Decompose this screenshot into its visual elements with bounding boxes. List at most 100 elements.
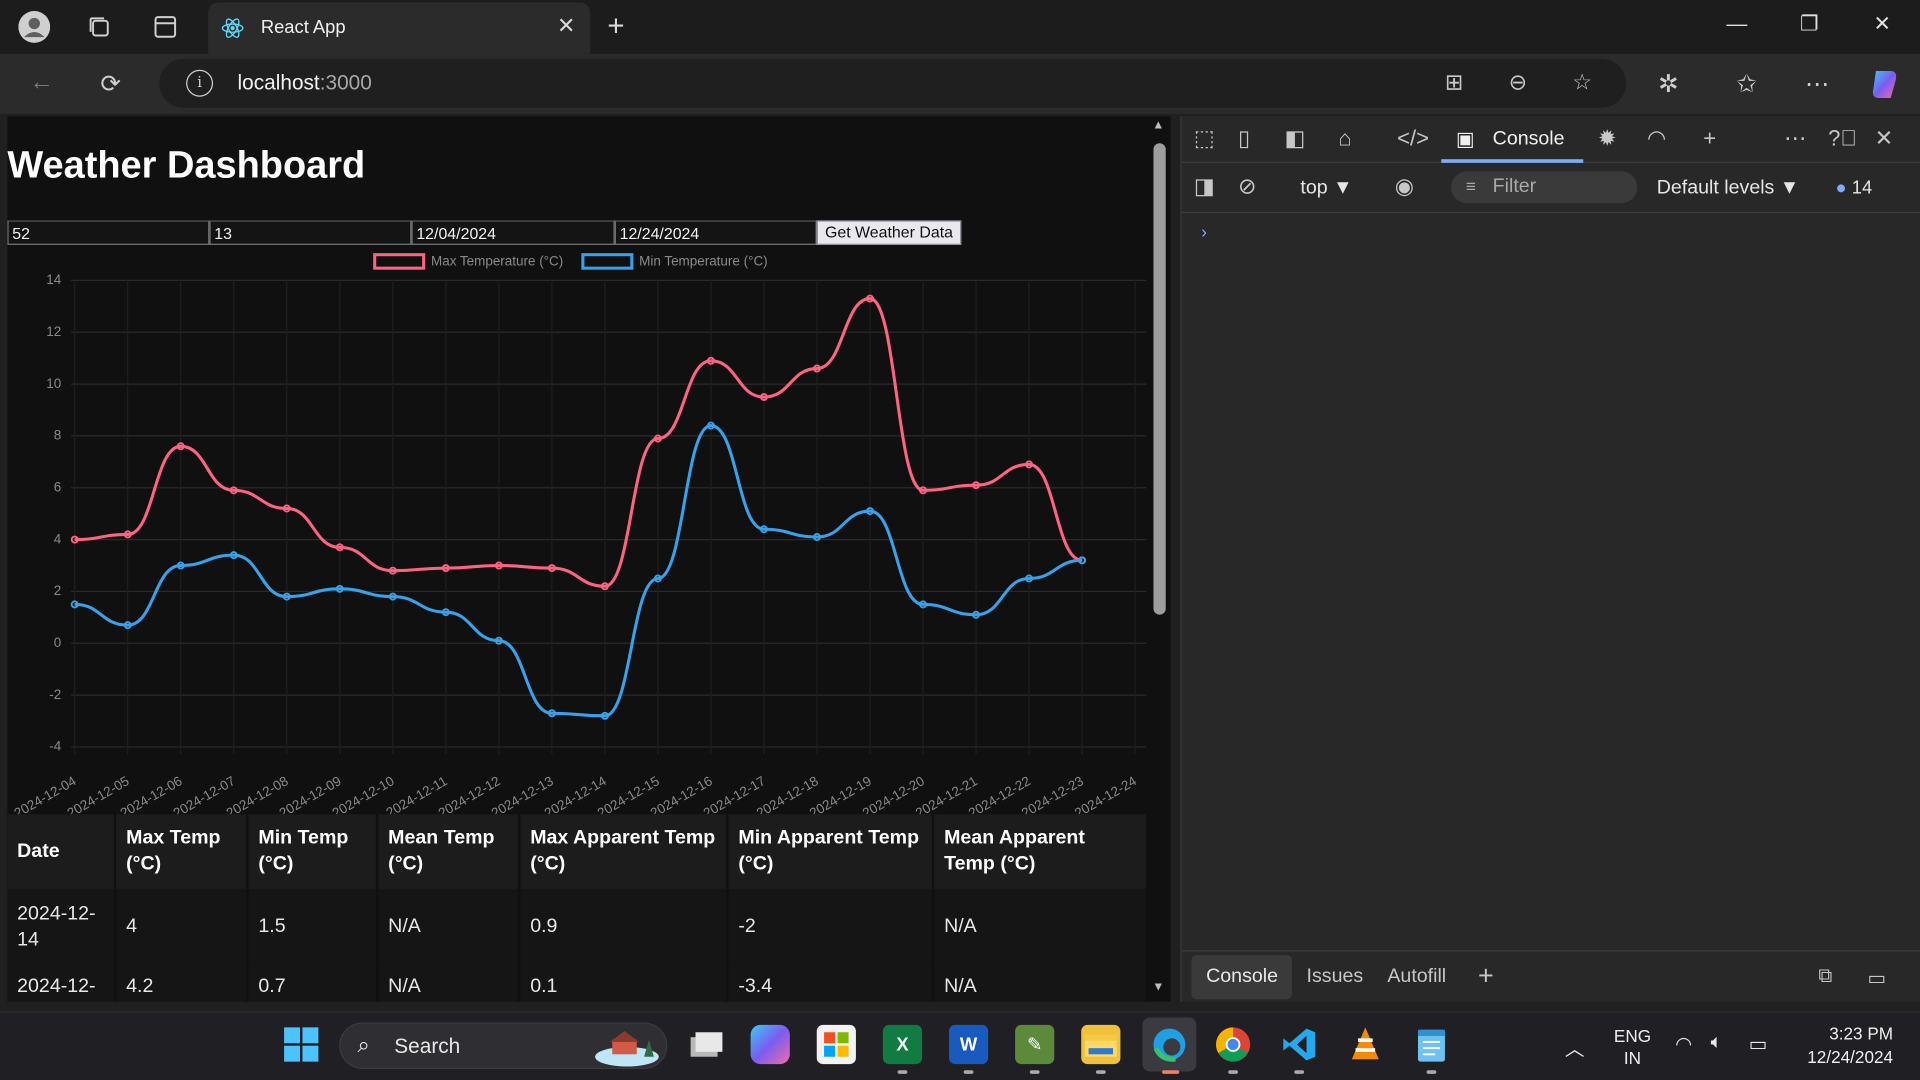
scroll-up-icon[interactable]: ▲ (1152, 119, 1164, 132)
help-icon[interactable]: ?⃝ (1828, 126, 1857, 152)
search-icon: ⌕ (357, 1032, 370, 1057)
zoom-out-icon[interactable]: ⊖ (1509, 70, 1527, 96)
notepad-icon[interactable] (1412, 1025, 1451, 1064)
microsoft-store-icon[interactable] (816, 1024, 856, 1065)
windows-start-icon[interactable] (282, 1025, 321, 1064)
copilot-icon[interactable] (1866, 66, 1903, 110)
network-wifi-icon[interactable]: ◠ (1647, 126, 1666, 152)
cell-mean-temp: N/A (377, 963, 521, 1002)
live-expression-eye-icon[interactable]: ◉ (1395, 174, 1414, 200)
console-icon: ▣ (1455, 129, 1475, 151)
chrome-icon[interactable] (1213, 1025, 1252, 1064)
copilot-app-icon[interactable] (750, 1024, 790, 1065)
devtools-menu-icon[interactable]: ⋯ (1784, 126, 1806, 152)
y-tick-label: 12 (46, 324, 61, 339)
refresh-icon[interactable]: ⟳ (100, 69, 121, 100)
close-window-icon[interactable]: ✕ (1873, 12, 1890, 36)
cell-date: 2024-12-14 (7, 888, 117, 964)
context-selector[interactable]: top ▼ (1300, 178, 1352, 200)
welcome-home-icon[interactable]: ⌂ (1338, 126, 1351, 152)
scroll-down-icon[interactable]: ▼ (1152, 981, 1164, 994)
browser-titlebar: React App ✕ + — ❐ ✕ (0, 0, 1920, 54)
tray-overflow-chevron-icon[interactable]: ︿ (1565, 1032, 1585, 1061)
excel-icon[interactable]: X (882, 1024, 923, 1065)
explorer-running-indicator (1095, 1070, 1106, 1074)
sidebar-toggle-icon[interactable]: ◨ (1194, 174, 1215, 200)
dock-side-icon[interactable]: ◧ (1285, 126, 1306, 152)
issues-counter[interactable]: ● 14 (1836, 178, 1873, 199)
devtools-toolbar: ⬚ ▯ ◧ ⌂ </> ▣ Console ✹ ◠ + ⋯ ?⃝ ✕ (1181, 116, 1920, 163)
file-explorer-icon[interactable] (1081, 1024, 1121, 1065)
start-date-input[interactable] (411, 220, 615, 245)
browser-tab[interactable]: React App ✕ (208, 2, 591, 54)
clear-console-icon[interactable]: ⊘ (1238, 174, 1256, 200)
close-devtools-icon[interactable]: ✕ (1875, 126, 1893, 152)
input-language[interactable]: ENG IN (1614, 1025, 1651, 1069)
end-date-input[interactable] (614, 220, 817, 245)
latitude-input[interactable] (7, 220, 210, 245)
workspaces-icon[interactable] (83, 11, 115, 43)
more-tools-plus-icon[interactable]: + (1703, 126, 1716, 152)
y-tick-label: 2 (54, 583, 61, 598)
tab-actions-icon[interactable] (149, 11, 181, 43)
drawer-add-tab-icon[interactable]: + (1478, 960, 1494, 992)
volume-icon[interactable]: 🔈︎ (1711, 1032, 1723, 1054)
log-levels-dropdown[interactable]: Default levels ▼ (1657, 178, 1799, 200)
wifi-icon[interactable]: ◠ (1675, 1032, 1692, 1056)
extensions-icon[interactable]: ✲ (1658, 69, 1679, 100)
sources-bug-icon[interactable]: ✹ (1598, 126, 1616, 152)
close-tab-icon[interactable]: ✕ (557, 13, 575, 39)
new-tab-icon[interactable]: + (607, 10, 624, 44)
legend-swatch (581, 253, 634, 270)
console-filter-bar: ◨ ⊘ top ▼ ◉ ≡ Filter Default levels ▼ ● … (1181, 164, 1920, 214)
system-clock[interactable]: 3:23 PM 12/24/2024 (1798, 1022, 1893, 1069)
elements-code-icon[interactable]: </> (1397, 126, 1429, 152)
tab-title: React App (260, 17, 346, 38)
address-bar[interactable]: i localhost:3000 ⊞ ⊖ ☆ (159, 58, 1627, 108)
cell-mean-apparent: N/A (933, 888, 1149, 964)
notepadplusplus-running-indicator (1029, 1070, 1040, 1074)
cell-mean-apparent: N/A (933, 963, 1149, 1002)
notepadplusplus-icon[interactable]: ✎ (1015, 1024, 1055, 1065)
app-available-icon[interactable]: ⊞ (1445, 70, 1463, 96)
restore-icon[interactable]: ❐ (1800, 12, 1819, 36)
table-header-row: Date Max Temp (°C) Min Temp (°C) Mean Te… (7, 814, 1149, 889)
edge-active-indicator (1162, 1070, 1180, 1074)
drawer-collapse-icon[interactable]: ▭ (1867, 966, 1886, 990)
cell-min-apparent: -2 (727, 888, 935, 964)
task-view-icon[interactable] (686, 1025, 725, 1064)
favorites-icon[interactable]: ✩ (1736, 69, 1757, 100)
y-tick-label: -2 (49, 687, 61, 702)
edge-icon[interactable] (1142, 1017, 1197, 1072)
back-arrow-icon[interactable]: ← (29, 69, 53, 97)
table-row: 2024-12- 4.2 0.7 N/A 0.1 -3.4 N/A (7, 963, 1149, 1002)
battery-icon[interactable]: ▭ (1749, 1032, 1768, 1056)
site-info-icon[interactable]: i (186, 69, 214, 97)
device-emulation-icon[interactable]: ▯ (1238, 126, 1250, 152)
taskbar-search[interactable]: ⌕ Search (339, 1022, 668, 1069)
drawer-console-label[interactable]: Console (1206, 966, 1278, 988)
tab-console[interactable]: ▣ Console (1441, 116, 1584, 163)
url-text[interactable]: localhost:3000 (238, 71, 372, 95)
minimize-icon[interactable]: — (1727, 12, 1748, 36)
page-scrollbar[interactable]: ▲ ▼ (1148, 116, 1171, 1002)
console-prompt-icon[interactable]: › (1201, 222, 1207, 242)
word-icon[interactable]: W (948, 1024, 989, 1065)
filter-placeholder: Filter (1492, 176, 1537, 198)
scrollbar-thumb[interactable] (1153, 143, 1166, 615)
drawer-dock-icon[interactable]: ⧉ (1818, 966, 1832, 988)
vscode-icon[interactable] (1280, 1025, 1319, 1064)
console-filter-input[interactable]: ≡ Filter (1451, 171, 1638, 204)
series-line (74, 424, 1083, 718)
drawer-tab-autofill[interactable]: Autofill (1387, 966, 1446, 988)
profile-icon[interactable] (18, 11, 51, 43)
vlc-icon[interactable] (1346, 1025, 1385, 1064)
favorite-star-icon[interactable]: ☆ (1572, 70, 1592, 96)
address-toolbar: ← ⟳ i localhost:3000 ⊞ ⊖ ☆ ✲ ✩ ⋯ (0, 53, 1920, 114)
get-weather-button[interactable]: Get Weather Data (816, 220, 962, 245)
inspect-element-icon[interactable]: ⬚ (1194, 126, 1215, 152)
longitude-input[interactable] (209, 220, 412, 245)
series-line (74, 297, 1083, 588)
settings-menu-icon[interactable]: ⋯ (1805, 69, 1829, 100)
drawer-tab-issues[interactable]: Issues (1307, 966, 1364, 988)
